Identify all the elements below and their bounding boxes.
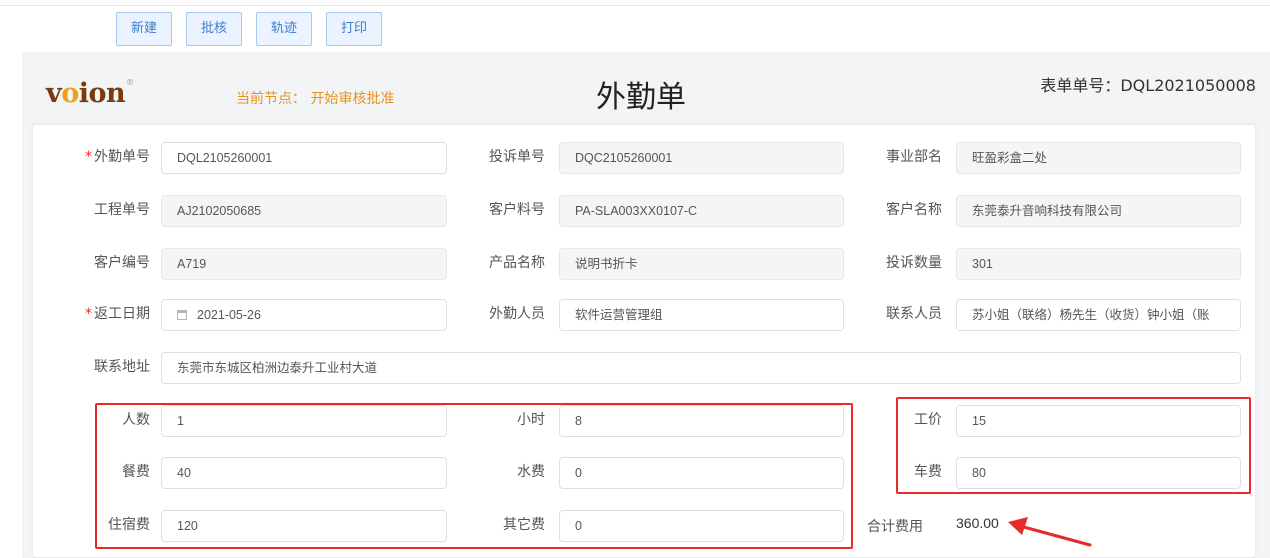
wage-car-highlight-box [896, 397, 1251, 494]
total-label: 合计费用 [867, 519, 923, 535]
approve-button[interactable]: 批核 [186, 12, 243, 46]
new-button[interactable]: 新建 [116, 12, 173, 46]
contact-label: 联系人员 [886, 306, 942, 322]
top-divider [0, 0, 1270, 6]
total-value: 360.00 [956, 515, 999, 531]
project-no-label: 工程单号 [94, 202, 150, 218]
field-no-label: * 外勤单号 [85, 149, 150, 165]
form-number: 表单单号：DQL2021050008 [1040, 76, 1256, 95]
dept-label: 事业部名 [886, 149, 942, 165]
address-label: 联系地址 [94, 359, 150, 375]
address-input[interactable]: 东莞市东城区柏洲边泰升工业村大道 [161, 352, 1241, 384]
rework-date-input[interactable]: 2021-05-26 [161, 299, 447, 331]
customer-code-label: 客户编号 [94, 255, 150, 271]
customer-name-label: 客户名称 [886, 202, 942, 218]
fee-highlight-box [95, 403, 853, 549]
customer-name-input[interactable]: 东莞泰升音响科技有限公司 [956, 195, 1241, 227]
rework-date-value: 2021-05-26 [197, 308, 261, 322]
customer-code-input[interactable]: A719 [161, 248, 447, 280]
complaint-qty-input[interactable]: 301 [956, 248, 1241, 280]
page-title: 外勤单 [596, 80, 686, 115]
voion-logo: voion® [46, 78, 134, 109]
project-no-input[interactable]: AJ2102050685 [161, 195, 447, 227]
dept-input[interactable]: 旺盈彩盒二处 [956, 142, 1241, 174]
complaint-no-label: 投诉单号 [489, 149, 545, 165]
staff-input[interactable]: 软件运营管理组 [559, 299, 844, 331]
calendar-icon [177, 310, 187, 320]
product-name-input[interactable]: 说明书折卡 [559, 248, 844, 280]
product-name-label: 产品名称 [489, 255, 545, 271]
arrow-icon [1008, 517, 1092, 547]
toolbar: 新建 批核 轨迹 打印 [116, 12, 383, 46]
current-node: 当前节点： 开始审核批准 [236, 91, 395, 107]
trace-button[interactable]: 轨迹 [256, 12, 313, 46]
material-no-label: 客户料号 [489, 202, 545, 218]
staff-label: 外勤人员 [489, 306, 545, 322]
contact-input[interactable]: 苏小姐（联络）杨先生（收货）钟小姐（账 [956, 299, 1241, 331]
rework-date-label: * 返工日期 [85, 306, 150, 322]
print-button[interactable]: 打印 [326, 12, 383, 46]
complaint-no-input[interactable]: DQC2105260001 [559, 142, 844, 174]
field-no-input[interactable]: DQL2105260001 [161, 142, 447, 174]
complaint-qty-label: 投诉数量 [886, 255, 942, 271]
material-no-input[interactable]: PA-SLA003XX0107-C [559, 195, 844, 227]
